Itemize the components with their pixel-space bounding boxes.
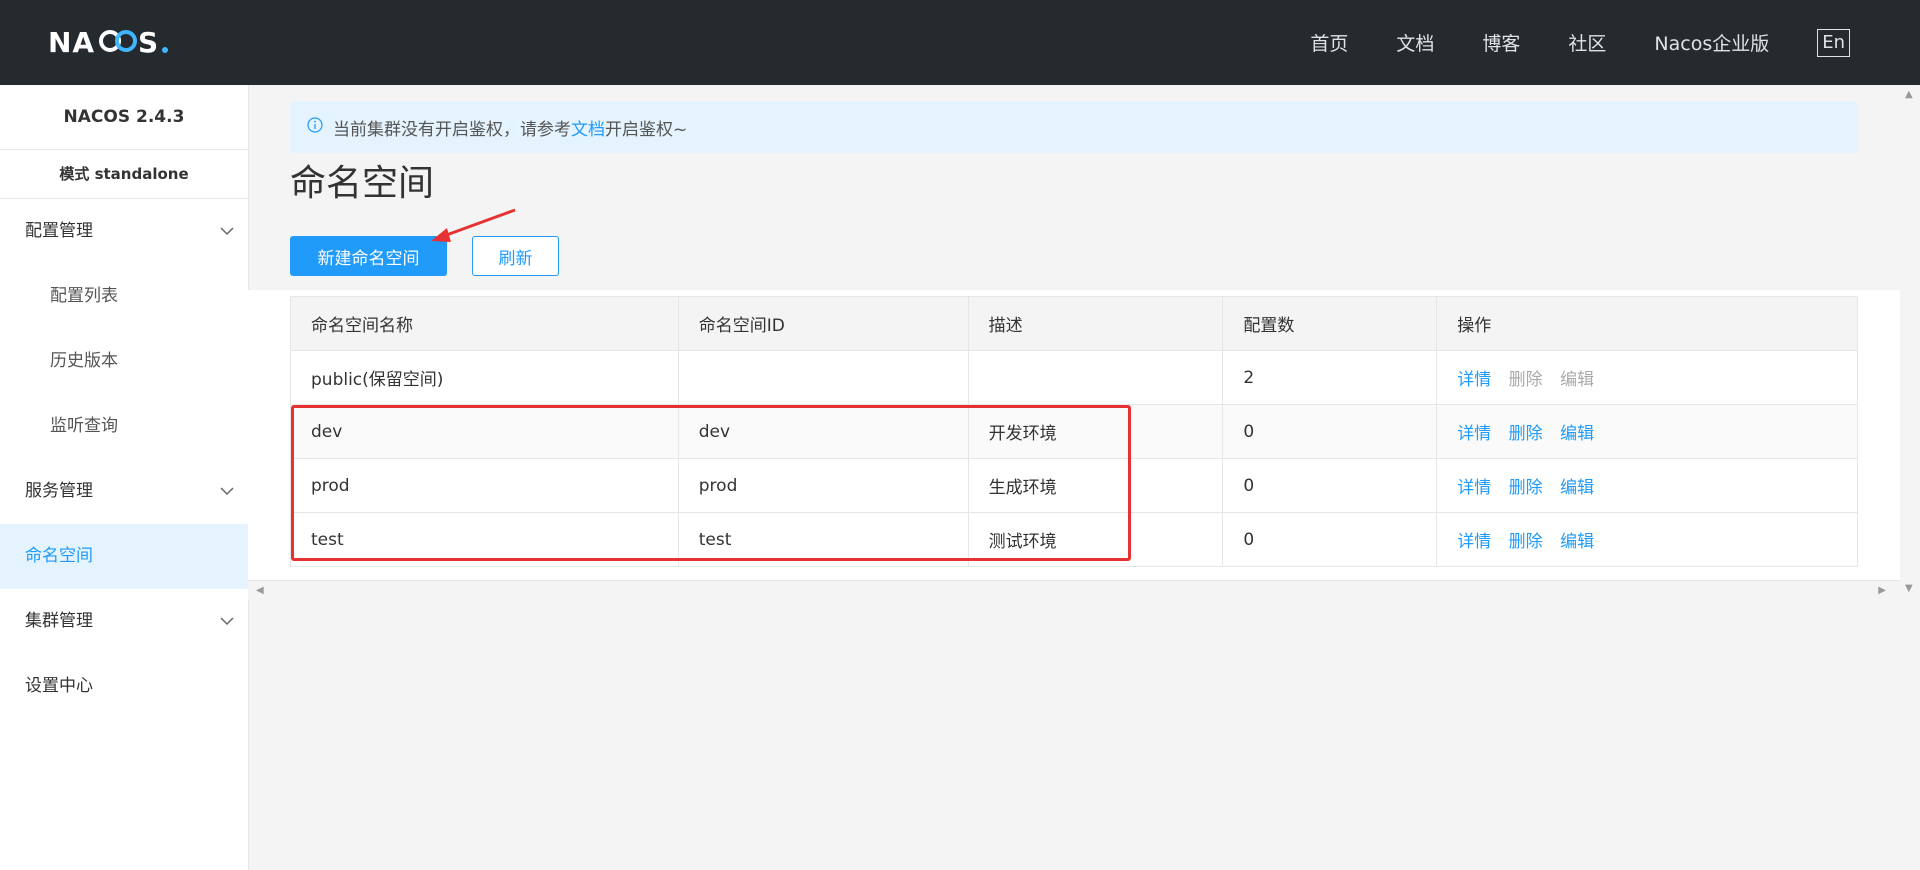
cell-name: test [290, 512, 679, 567]
nav-home[interactable]: 首页 [1310, 29, 1348, 56]
nav-community[interactable]: 社区 [1568, 29, 1606, 56]
scroll-up-icon[interactable]: ▲ [1905, 89, 1913, 100]
table-row: test test 测试环境 0 详情 删除 编辑 [290, 512, 1858, 567]
chevron-down-icon [220, 589, 234, 654]
notice-text-end: 开启鉴权~ [605, 119, 688, 140]
cell-description [967, 350, 1224, 405]
delete-link[interactable]: 删除 [1509, 532, 1543, 552]
sidebar-item-label: 服务管理 [25, 481, 93, 501]
cell-id: prod [677, 458, 969, 513]
delete-link[interactable]: 删除 [1509, 424, 1543, 444]
svg-text:S: S [138, 26, 158, 58]
cell-actions: 详情 删除 编辑 [1436, 404, 1858, 459]
details-link[interactable]: 详情 [1457, 478, 1491, 498]
cell-id: dev [677, 404, 969, 459]
cell-config-count: 0 [1222, 458, 1438, 513]
sidebar-item-listener-query[interactable]: 监听查询 [0, 394, 248, 459]
cell-id [677, 350, 969, 405]
scroll-down-icon[interactable]: ▼ [1905, 583, 1913, 594]
column-header-description: 描述 [967, 296, 1224, 351]
notice-text: 当前集群没有开启鉴权，请参考 [333, 119, 571, 140]
top-header: NA S 首页 文档 博客 社区 Nacos企业版 En [0, 0, 1920, 85]
sidebar-item-label: 设置中心 [25, 676, 93, 696]
top-nav: 首页 文档 博客 社区 Nacos企业版 En [1262, 0, 1850, 85]
svg-text:NA: NA [48, 26, 95, 58]
namespace-table-area: 命名空间名称 命名空间ID 描述 配置数 操作 public(保留空间) 2 详… [248, 290, 1900, 600]
create-namespace-button[interactable]: 新建命名空间 [290, 236, 447, 276]
cell-config-count: 2 [1222, 350, 1438, 405]
table-row: prod prod 生成环境 0 详情 删除 编辑 [290, 458, 1858, 513]
sidebar-item-service-management[interactable]: 服务管理 [0, 459, 248, 524]
sidebar-item-config-list[interactable]: 配置列表 [0, 264, 248, 329]
details-link[interactable]: 详情 [1457, 532, 1491, 552]
table-row: public(保留空间) 2 详情 删除 编辑 [290, 350, 1858, 405]
edit-link-disabled: 编辑 [1560, 370, 1595, 390]
cell-config-count: 0 [1222, 512, 1438, 567]
mode-label: 模式 standalone [0, 150, 248, 199]
edit-link[interactable]: 编辑 [1560, 532, 1594, 552]
cell-description: 生成环境 [967, 458, 1224, 513]
details-link[interactable]: 详情 [1457, 424, 1491, 444]
nacos-logo[interactable]: NA S [48, 26, 172, 58]
chevron-down-icon [220, 199, 234, 264]
page-title: 命名空间 [290, 163, 435, 204]
scroll-left-icon[interactable]: ◀ [256, 585, 264, 596]
sidebar-item-settings-center[interactable]: 设置中心 [0, 654, 248, 719]
sidebar-item-namespace[interactable]: 命名空间 [0, 524, 248, 589]
sidebar-item-history[interactable]: 历史版本 [0, 329, 248, 394]
vertical-scrollbar[interactable]: ▲ ▼ [1900, 85, 1920, 600]
sidebar-item-label: 集群管理 [25, 611, 93, 631]
nav-docs[interactable]: 文档 [1396, 29, 1434, 56]
cell-id: test [677, 512, 969, 567]
cell-name: public(保留空间) [290, 350, 679, 405]
scroll-right-icon[interactable]: ▶ [1878, 585, 1886, 596]
auth-notice: 当前集群没有开启鉴权，请参考 文档 开启鉴权~ [290, 101, 1858, 153]
column-header-name: 命名空间名称 [290, 296, 679, 351]
nacos-logo-mark: NA S [48, 26, 168, 58]
horizontal-scrollbar[interactable]: ◀ ▶ [248, 580, 1900, 601]
cell-config-count: 0 [1222, 404, 1438, 459]
cell-name: prod [290, 458, 679, 513]
version-label: NACOS 2.4.3 [0, 85, 248, 150]
annotation-arrow-icon [431, 208, 516, 242]
cell-actions: 详情 删除 编辑 [1436, 512, 1858, 567]
sidebar-item-cluster-management[interactable]: 集群管理 [0, 589, 248, 654]
column-header-actions: 操作 [1436, 296, 1858, 351]
info-icon [307, 116, 323, 138]
edit-link[interactable]: 编辑 [1560, 424, 1594, 444]
details-link[interactable]: 详情 [1457, 370, 1491, 390]
table-header-row: 命名空间名称 命名空间ID 描述 配置数 操作 [290, 296, 1858, 351]
table-row: dev dev 开发环境 0 详情 删除 编辑 [290, 404, 1858, 459]
sidebar-item-label: 配置列表 [50, 286, 118, 306]
cell-description: 测试环境 [967, 512, 1224, 567]
nav-blog[interactable]: 博客 [1482, 29, 1520, 56]
column-header-id: 命名空间ID [677, 296, 969, 351]
nav-enterprise[interactable]: Nacos企业版 [1654, 29, 1769, 56]
sidebar: NACOS 2.4.3 模式 standalone 配置管理 配置列表 历史版本… [0, 85, 249, 870]
sidebar-item-label: 配置管理 [25, 221, 93, 241]
sidebar-item-config-management[interactable]: 配置管理 [0, 199, 248, 264]
delete-link[interactable]: 删除 [1509, 478, 1543, 498]
cell-actions: 详情 删除 编辑 [1436, 458, 1858, 513]
cell-actions: 详情 删除 编辑 [1436, 350, 1858, 405]
sidebar-item-label: 监听查询 [50, 416, 118, 436]
cell-name: dev [290, 404, 679, 459]
namespace-table: 命名空间名称 命名空间ID 描述 配置数 操作 public(保留空间) 2 详… [290, 296, 1858, 567]
cell-description: 开发环境 [967, 404, 1224, 459]
chevron-down-icon [220, 459, 234, 524]
edit-link[interactable]: 编辑 [1560, 478, 1594, 498]
column-header-config-count: 配置数 [1222, 296, 1438, 351]
notice-docs-link[interactable]: 文档 [571, 115, 605, 140]
sidebar-item-label: 命名空间 [25, 546, 93, 566]
sidebar-item-label: 历史版本 [50, 351, 118, 371]
language-switch-button[interactable]: En [1817, 28, 1850, 57]
delete-link-disabled: 删除 [1508, 370, 1543, 390]
